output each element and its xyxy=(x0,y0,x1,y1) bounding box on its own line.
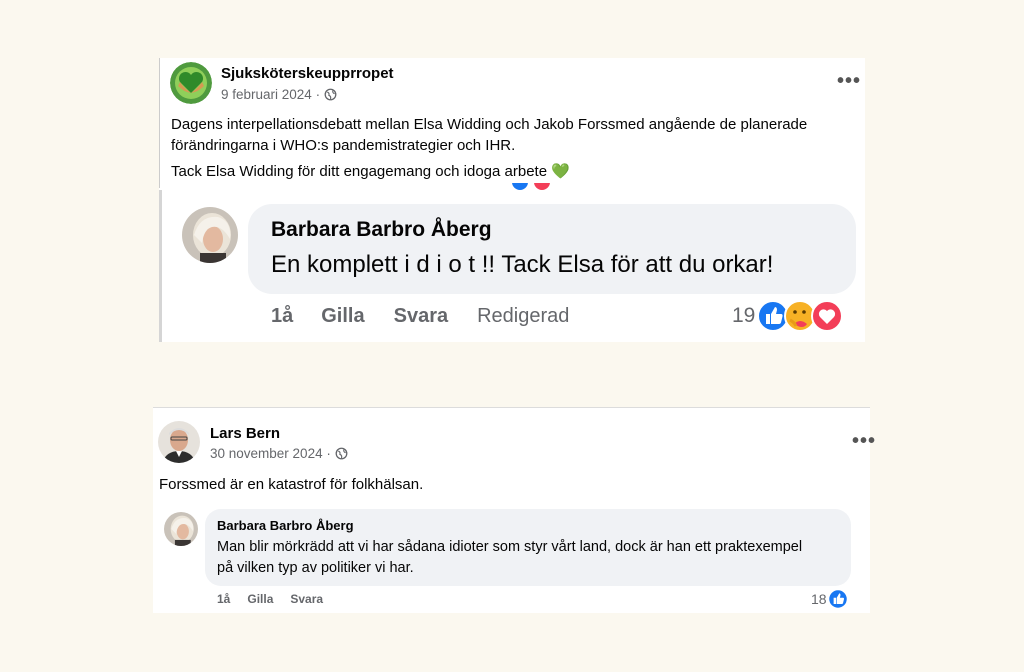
post-author[interactable]: Lars Bern xyxy=(210,425,280,442)
love-reaction-icon xyxy=(534,183,550,190)
comment-bubble: Barbara Barbro Åberg En komplett i d i o… xyxy=(248,204,856,294)
commenter-photo xyxy=(182,207,238,263)
like-reaction-icon xyxy=(512,183,528,190)
globe-icon xyxy=(335,447,348,460)
love-reaction-icon xyxy=(811,300,844,332)
more-dots-icon[interactable]: ••• xyxy=(852,431,876,451)
reply-button[interactable]: Svara xyxy=(290,592,323,606)
post-left-border xyxy=(159,58,160,188)
more-dots-icon[interactable]: ••• xyxy=(837,71,861,91)
like-button[interactable]: Gilla xyxy=(247,592,273,606)
post-meta: 30 november 2024 · xyxy=(210,446,348,461)
comment-text: En komplett i d i o t !! Tack Elsa för a… xyxy=(271,251,774,278)
comment-time[interactable]: 1å xyxy=(217,592,230,606)
comment-reactions[interactable]: 19 xyxy=(732,300,844,332)
comment-thread-line xyxy=(159,190,162,342)
commenter-avatar[interactable] xyxy=(182,207,238,263)
post-meta: 9 februari 2024 · xyxy=(221,87,337,102)
like-button[interactable]: Gilla xyxy=(321,305,364,328)
post-author[interactable]: Sjuksköterskeupprropet xyxy=(221,65,394,82)
author-avatar[interactable] xyxy=(158,421,200,463)
comment-reactions[interactable]: 18 xyxy=(811,589,848,609)
post-text: Dagens interpellationsdebatt mellan Elsa… xyxy=(171,116,808,154)
like-reaction-icon xyxy=(827,589,848,609)
post-card-1: Sjuksköterskeupprropet 9 februari 2024 ·… xyxy=(159,58,865,342)
post-card-2: Lars Bern 30 november 2024 · ••• Forssme… xyxy=(153,407,875,613)
reaction-count: 18 xyxy=(811,591,827,607)
comment-author[interactable]: Barbara Barbro Åberg xyxy=(217,518,354,533)
globe-icon xyxy=(324,88,337,101)
post-text: Forssmed är en katastrof för folkhälsan. xyxy=(159,476,424,493)
comment-text: Man blir mörkrädd att vi har sådana idio… xyxy=(217,539,803,576)
comment-time[interactable]: 1å xyxy=(271,305,293,328)
comment-author[interactable]: Barbara Barbro Åberg xyxy=(271,218,492,242)
post-date[interactable]: 30 november 2024 · xyxy=(210,446,331,461)
comment-actions: 1å Gilla Svara xyxy=(217,592,323,606)
heart-logo-icon xyxy=(170,62,212,104)
post-date[interactable]: 9 februari 2024 · xyxy=(221,87,320,102)
author-photo xyxy=(158,421,200,463)
commenter-photo xyxy=(164,512,198,546)
reaction-count: 19 xyxy=(732,304,756,327)
hidden-reactions xyxy=(512,183,552,190)
edited-label: Redigerad xyxy=(477,305,570,327)
commenter-avatar[interactable] xyxy=(164,512,198,546)
page-avatar[interactable] xyxy=(170,62,212,104)
reply-button[interactable]: Svara xyxy=(394,305,449,328)
post-text-thanks: Tack Elsa Widding för ditt engagemang oc… xyxy=(171,163,570,180)
comment-bubble: Barbara Barbro Åberg Man blir mörkrädd a… xyxy=(205,509,851,586)
comment-actions: 1å Gilla Svara Redigerad xyxy=(271,305,569,328)
